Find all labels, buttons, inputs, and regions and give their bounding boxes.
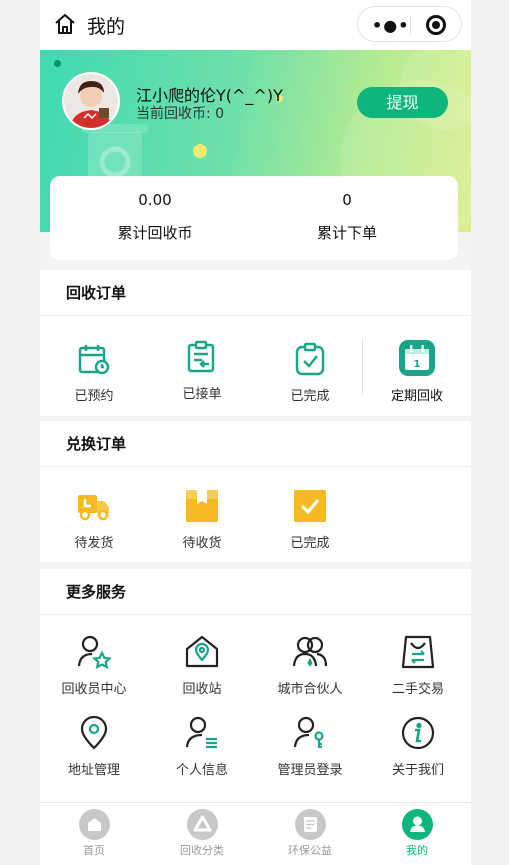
avatar[interactable] xyxy=(62,72,120,130)
exchange-label: 待发货 xyxy=(74,536,114,551)
app-shell: 我的 •●• 江小爬的伦Y(^_^)Y 当前回收币: 0 提现 0.00 累计回… xyxy=(40,0,471,865)
user-list-icon xyxy=(185,716,217,749)
order-label: 已完成 xyxy=(290,389,330,404)
box-icon xyxy=(186,490,218,522)
home-icon[interactable] xyxy=(53,12,77,36)
service-label: 回收员中心 xyxy=(61,682,127,697)
order-completed[interactable]: 已完成 xyxy=(256,342,364,404)
tab-label: 环保公益 xyxy=(288,844,332,857)
tab-label: 首页 xyxy=(83,844,105,857)
avatar-image xyxy=(64,74,118,128)
calendar-clock-icon xyxy=(78,345,110,375)
check-box-icon xyxy=(294,490,326,522)
stat-total-orders[interactable]: 0 累计下单 xyxy=(272,191,422,243)
stat-value: 0 xyxy=(342,191,352,209)
service-address[interactable]: 地址管理 xyxy=(40,715,148,778)
order-booked[interactable]: 已预约 xyxy=(40,342,148,404)
location-pin-icon xyxy=(80,715,108,750)
service-about-us[interactable]: 关于我们 xyxy=(364,716,471,778)
clipboard-check-icon xyxy=(295,342,325,376)
tab-recycle-category[interactable]: 回收分类 xyxy=(148,809,256,858)
exchange-pending-receive[interactable]: 待收货 xyxy=(148,489,256,551)
recycle-tab-icon xyxy=(186,809,218,840)
service-label: 关于我们 xyxy=(391,763,444,778)
section-title: 回收订单 xyxy=(40,270,471,316)
calendar-day-number: 1 xyxy=(414,359,421,370)
service-collector-center[interactable]: 回收员中心 xyxy=(40,635,148,697)
user-key-icon xyxy=(293,716,324,749)
exchange-label: 已完成 xyxy=(290,536,330,551)
stats-card: 0.00 累计回收币 0 累计下单 xyxy=(50,176,458,260)
tab-mine[interactable]: 我的 xyxy=(363,809,471,858)
decor-dot xyxy=(193,144,207,158)
shopping-bag-icon xyxy=(401,635,435,669)
service-label: 地址管理 xyxy=(67,763,120,778)
service-label: 城市合伙人 xyxy=(277,682,343,697)
withdraw-button[interactable]: 提现 xyxy=(357,87,448,118)
order-scheduled[interactable]: 1 定期回收 xyxy=(363,340,471,404)
nav-bar: 我的 •●• xyxy=(40,0,471,50)
service-recycle-station[interactable]: 回收站 xyxy=(148,635,256,697)
order-label: 已预约 xyxy=(74,389,114,404)
decor-dot xyxy=(54,60,61,67)
order-label: 定期回收 xyxy=(390,389,443,404)
service-city-partner[interactable]: 城市合伙人 xyxy=(256,635,364,697)
section-title: 更多服务 xyxy=(40,569,471,615)
notepad-tab-icon xyxy=(294,809,326,840)
more-services-card: 更多服务 回收员中心 回收站 城市合伙人 二手交易 地址管理 个人信息 管理员登… xyxy=(40,569,471,802)
page-title: 我的 xyxy=(87,16,126,38)
stat-total-coins[interactable]: 0.00 累计回收币 xyxy=(80,191,230,243)
service-secondhand[interactable]: 二手交易 xyxy=(364,635,471,697)
exchange-pending-ship[interactable]: 待发货 xyxy=(40,489,148,551)
tab-label: 我的 xyxy=(406,844,428,857)
info-icon xyxy=(401,716,435,750)
order-accepted[interactable]: 已接单 xyxy=(148,340,256,402)
tab-label: 回收分类 xyxy=(180,844,224,857)
stat-label: 累计下单 xyxy=(316,224,377,242)
recycle-orders-card: 回收订单 已预约 已接单 已完成 1 定期回收 xyxy=(40,270,471,416)
close-target-icon[interactable] xyxy=(426,15,446,35)
stat-value: 0.00 xyxy=(138,191,172,209)
tab-bar: 首页 回收分类 环保公益 我的 xyxy=(40,802,471,865)
more-icon[interactable]: •●• xyxy=(372,16,409,35)
current-coins: 当前回收币: 0 xyxy=(136,106,225,122)
capsule-divider xyxy=(410,16,411,34)
service-label: 回收站 xyxy=(182,682,222,697)
mini-program-capsule: •●• xyxy=(357,6,462,42)
tab-public-welfare[interactable]: 环保公益 xyxy=(256,809,364,858)
home-tab-icon xyxy=(78,809,110,840)
user-star-icon xyxy=(77,635,113,670)
service-admin-login[interactable]: 管理员登录 xyxy=(256,716,364,778)
house-pin-icon xyxy=(185,635,219,668)
stat-label: 累计回收币 xyxy=(117,224,193,242)
service-label: 个人信息 xyxy=(175,763,228,778)
user-tab-icon xyxy=(401,809,433,840)
exchange-completed[interactable]: 已完成 xyxy=(256,489,364,551)
clipboard-receive-icon xyxy=(187,340,215,373)
service-label: 管理员登录 xyxy=(277,763,343,778)
calendar-day-icon: 1 xyxy=(399,340,435,376)
service-label: 二手交易 xyxy=(391,682,444,697)
tab-home[interactable]: 首页 xyxy=(40,809,148,858)
exchange-label: 待收货 xyxy=(182,536,222,551)
section-title: 兑换订单 xyxy=(40,421,471,467)
truck-icon xyxy=(78,495,109,521)
partners-icon xyxy=(292,636,328,667)
service-profile[interactable]: 个人信息 xyxy=(148,716,256,778)
exchange-orders-card: 兑换订单 待发货 待收货 已完成 xyxy=(40,421,471,562)
order-label: 已接单 xyxy=(182,387,222,402)
